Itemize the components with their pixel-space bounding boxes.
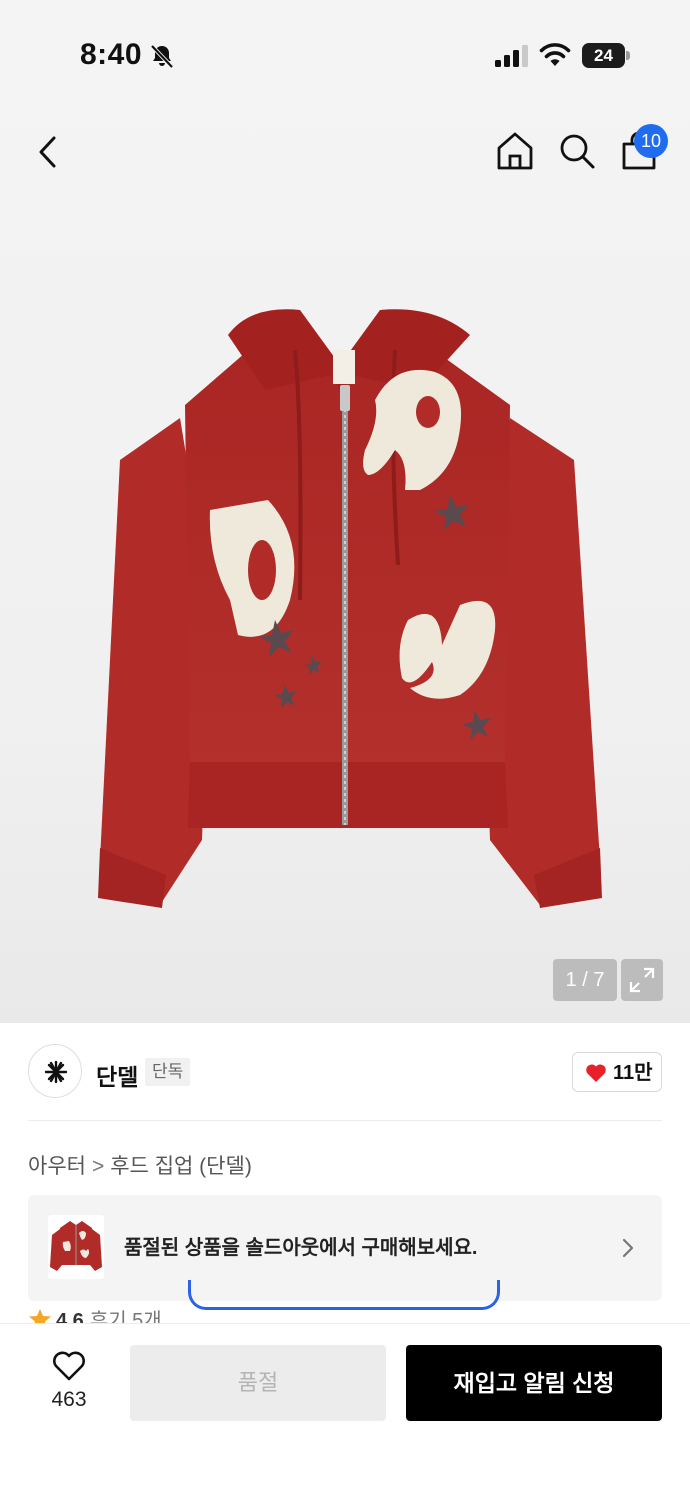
wifi-icon bbox=[539, 43, 571, 66]
image-counter: 1 / 7 bbox=[553, 959, 617, 1001]
brand-name[interactable]: 단델 bbox=[96, 1058, 138, 1092]
wishlist-button[interactable]: 463 bbox=[36, 1346, 102, 1418]
breadcrumb-category[interactable]: 아우터 bbox=[28, 1155, 86, 1178]
search-icon[interactable] bbox=[556, 130, 598, 172]
divider bbox=[28, 1120, 662, 1121]
breadcrumb-separator: > bbox=[91, 1155, 105, 1178]
status-time: 8:40 bbox=[80, 38, 143, 71]
breadcrumb: 아우터 > 후드 집업 (단델) bbox=[28, 1150, 252, 1180]
heart-outline-icon bbox=[53, 1351, 85, 1381]
product-image[interactable] bbox=[90, 300, 610, 920]
bottom-action-bar: 463 품절 재입고 알림 신청 bbox=[0, 1324, 690, 1500]
wishlist-count: 463 bbox=[51, 1388, 87, 1411]
hidden-floating-button bbox=[188, 1280, 500, 1310]
expand-icon bbox=[629, 967, 655, 993]
breadcrumb-subcategory[interactable]: 후드 집업 (단델) bbox=[110, 1155, 252, 1178]
brand-like-count: 11만 bbox=[613, 1062, 653, 1084]
home-icon[interactable] bbox=[494, 130, 536, 172]
battery-indicator: 24 bbox=[582, 43, 630, 68]
bell-off-icon bbox=[150, 44, 174, 69]
signal-icon bbox=[495, 45, 528, 67]
restock-alert-button[interactable]: 재입고 알림 신청 bbox=[406, 1345, 662, 1421]
cart-count-badge: 10 bbox=[634, 124, 668, 158]
battery-level: 24 bbox=[594, 46, 613, 65]
soldout-button: 품절 bbox=[130, 1345, 386, 1421]
brand-logo[interactable] bbox=[28, 1044, 82, 1098]
banner-thumbnail bbox=[48, 1215, 104, 1279]
product-gallery[interactable]: 8:40 24 10 1 / 7 bbox=[0, 0, 690, 1023]
exclusive-badge: 단독 bbox=[145, 1058, 191, 1086]
chevron-right-icon bbox=[622, 1238, 634, 1258]
battery-tip bbox=[626, 51, 630, 60]
hoodie-thumbnail-icon bbox=[50, 1221, 102, 1271]
asterisk-logo-icon bbox=[44, 1060, 68, 1084]
status-bar: 8:40 24 bbox=[0, 0, 690, 112]
brand-like-button[interactable]: 11만 bbox=[572, 1052, 662, 1092]
expand-button[interactable] bbox=[621, 959, 663, 1001]
heart-icon bbox=[586, 1064, 606, 1082]
back-button[interactable] bbox=[26, 128, 70, 176]
